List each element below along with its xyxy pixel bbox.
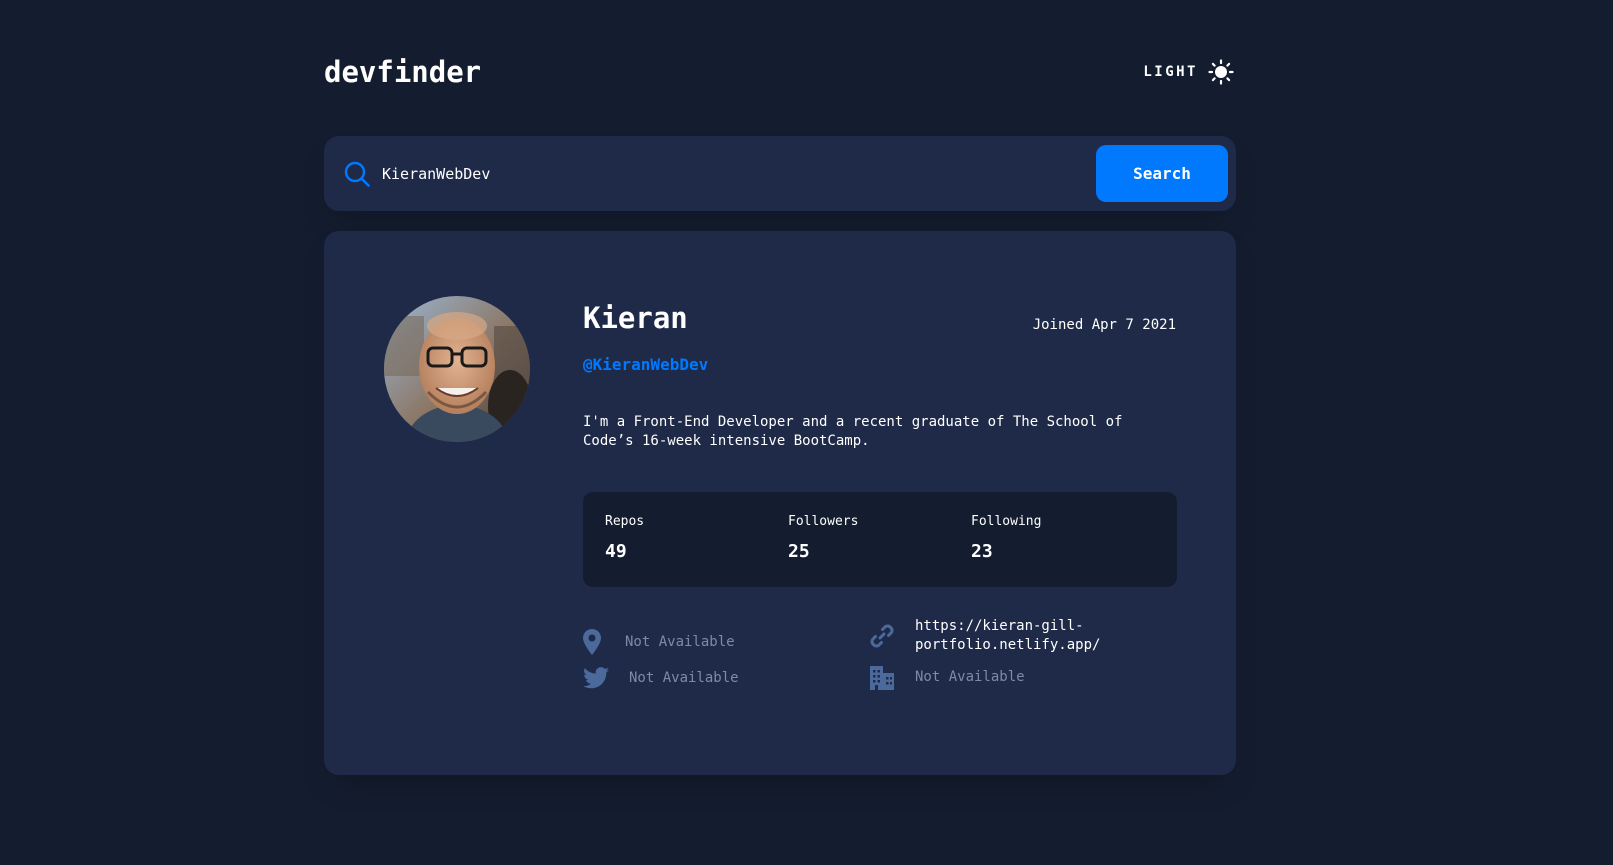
search-bar: Search xyxy=(324,136,1236,211)
search-input[interactable] xyxy=(382,153,1096,194)
twitter-icon xyxy=(583,667,609,689)
joined-date: Joined Apr 7 2021 xyxy=(1032,317,1176,333)
stat-repos-value: 49 xyxy=(605,541,627,562)
profile-bio: I'm a Front-End Developer and a recent g… xyxy=(583,414,1123,449)
twitter-row: Not Available xyxy=(583,667,739,689)
profile-handle-link[interactable]: @KieranWebDev xyxy=(583,355,708,374)
header: devfinder LIGHT xyxy=(324,50,1236,94)
location-pin-icon xyxy=(583,629,601,655)
stat-followers: Followers 25 xyxy=(788,514,858,562)
stat-following-label: Following xyxy=(971,514,1042,529)
website-row: https://kieran-gill- portfolio.netlify.a… xyxy=(869,617,1100,655)
search-button[interactable]: Search xyxy=(1096,145,1228,202)
website-link[interactable]: https://kieran-gill- portfolio.netlify.a… xyxy=(915,617,1100,655)
sun-icon xyxy=(1208,59,1234,85)
company-row: Not Available xyxy=(869,664,1025,690)
link-icon xyxy=(870,624,894,648)
stats-panel: Repos 49 Followers 25 Following 23 xyxy=(583,492,1177,587)
stat-repos: Repos 49 xyxy=(605,514,644,562)
avatar xyxy=(384,296,530,442)
stat-followers-value: 25 xyxy=(788,541,810,562)
app-logo: devfinder xyxy=(324,55,482,89)
company-text: Not Available xyxy=(915,668,1025,685)
profile-card: Kieran Joined Apr 7 2021 @KieranWebDev I… xyxy=(324,231,1236,775)
theme-toggle-button[interactable]: LIGHT xyxy=(1143,59,1234,85)
location-text: Not Available xyxy=(625,633,735,650)
website-line-1: https://kieran-gill- xyxy=(915,618,1084,634)
twitter-text: Not Available xyxy=(629,669,739,686)
avatar-photo xyxy=(384,296,530,442)
search-icon xyxy=(344,161,370,187)
stat-following-value: 23 xyxy=(971,541,993,562)
website-line-2: portfolio.netlify.app/ xyxy=(915,637,1101,653)
theme-toggle-label: LIGHT xyxy=(1143,64,1198,80)
stat-followers-label: Followers xyxy=(788,514,859,529)
stat-repos-label: Repos xyxy=(605,514,645,529)
profile-name: Kieran xyxy=(583,301,688,335)
stat-following: Following 23 xyxy=(971,514,1041,562)
location-row: Not Available xyxy=(583,629,735,655)
building-icon xyxy=(870,666,894,690)
